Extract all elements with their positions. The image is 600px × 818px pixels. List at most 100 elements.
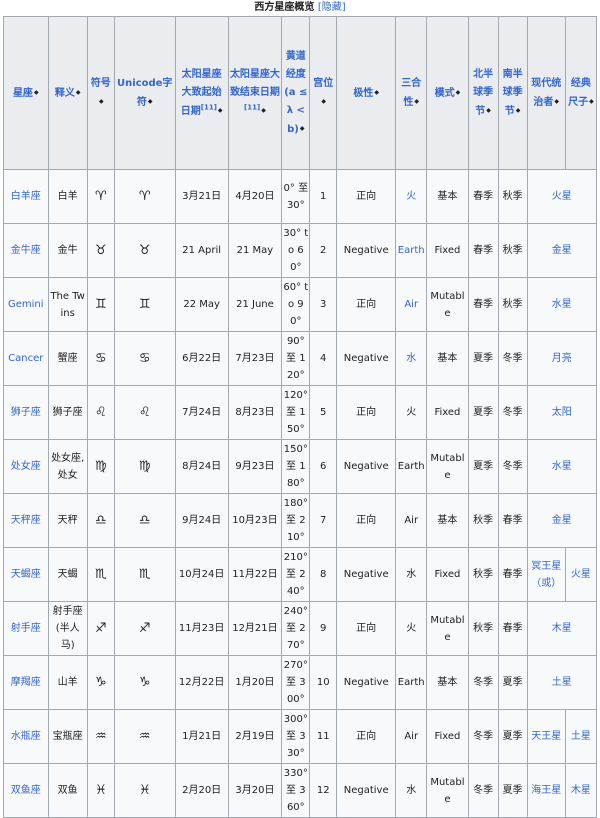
cell-sign[interactable]: 白羊座 bbox=[3, 169, 49, 224]
cell-end: 21 May bbox=[227, 223, 283, 278]
cell-mode: 基本 bbox=[426, 493, 469, 548]
sort-icon[interactable]: ◆ bbox=[374, 84, 379, 102]
sort-icon[interactable]: ◆ bbox=[554, 93, 559, 111]
column-header-south[interactable]: 南半球季节◆ bbox=[497, 16, 528, 170]
sort-icon[interactable]: ◆ bbox=[486, 102, 491, 120]
cell-longitude: 240° 至 270° bbox=[281, 601, 311, 656]
column-header-mode[interactable]: 模式◆ bbox=[426, 16, 469, 170]
cell-ruler[interactable]: 天王星 bbox=[526, 709, 566, 764]
sort-icon[interactable]: ◆ bbox=[414, 93, 419, 111]
cell-south: 春季 bbox=[497, 493, 528, 548]
sort-icon[interactable]: ◆ bbox=[34, 84, 39, 102]
cell-sign[interactable]: 金牛座 bbox=[3, 223, 49, 278]
column-header-classic[interactable]: 经典尺子◆ bbox=[564, 16, 598, 170]
cell-ruler[interactable]: 月亮 bbox=[526, 331, 598, 386]
header-row: 星座◆ 释义◆ 符号◆ Unicode字符◆ 太阳星座大致起始日期[11]◆ 太阳星座大致… bbox=[3, 16, 598, 170]
column-header-ruler[interactable]: 现代统治者◆ bbox=[526, 16, 566, 170]
cell-element[interactable]: 水 bbox=[395, 331, 428, 386]
column-header-end[interactable]: 太阳星座大致结束日期 [11]◆ bbox=[227, 16, 283, 170]
cell-ruler[interactable]: 金星 bbox=[526, 223, 598, 278]
cell-north: 春季 bbox=[467, 277, 499, 332]
hide-link[interactable]: [隐藏] bbox=[318, 2, 346, 13]
cell-south: 冬季 bbox=[497, 331, 528, 386]
cell-sign[interactable]: Cancer bbox=[3, 331, 49, 386]
cell-element[interactable]: Air bbox=[395, 277, 428, 332]
sort-icon[interactable]: ◆ bbox=[516, 102, 521, 120]
cell-symbol: ♐ bbox=[86, 601, 115, 656]
cell-ruler[interactable]: 木星 bbox=[526, 601, 598, 656]
cell-sign[interactable]: 水瓶座 bbox=[3, 709, 49, 764]
column-header-longitude[interactable]: 黄道经度(a ≤ λ < b)◆ bbox=[281, 16, 311, 170]
cell-symbol: ♌ bbox=[86, 385, 115, 440]
cell-sign[interactable]: Gemini bbox=[3, 277, 49, 332]
cell-unicode: ♋ bbox=[113, 331, 176, 386]
column-header-start[interactable]: 太阳星座大致起始日期[11]◆ bbox=[174, 16, 229, 170]
cell-meaning: The Twins bbox=[47, 277, 88, 332]
cell-unicode: ♏ bbox=[113, 547, 176, 602]
column-header-element[interactable]: 三合性◆ bbox=[395, 16, 428, 170]
sort-icon[interactable]: ◆ bbox=[218, 102, 223, 120]
cell-polarity: Negative bbox=[336, 439, 397, 494]
sort-icon[interactable]: ◆ bbox=[148, 93, 153, 111]
cell-sign[interactable]: 天秤座 bbox=[3, 493, 49, 548]
cell-ruler[interactable]: 水星 bbox=[526, 439, 598, 494]
cell-end: 7月23日 bbox=[227, 331, 283, 386]
cell-polarity: 正向 bbox=[336, 601, 397, 656]
cell-house: 6 bbox=[309, 439, 338, 494]
table-body: 白羊座 白羊 ♈ ♈ 3月21日 4月20日 0° 至 30° 1 正向火基本 春季 秋季 火星 金牛座… bbox=[3, 169, 598, 818]
sort-icon[interactable]: ◆ bbox=[456, 84, 461, 102]
cell-sign[interactable]: 狮子座 bbox=[3, 385, 49, 440]
cell-polarity: 正向 bbox=[336, 385, 397, 440]
reference-link[interactable]: [11] bbox=[201, 103, 217, 111]
column-header-house[interactable]: 宫位 ◆ bbox=[309, 16, 338, 170]
cell-ruler[interactable]: 水星 bbox=[526, 277, 598, 332]
cell-classic-ruler[interactable]: 木星 bbox=[564, 763, 598, 818]
cell-sign[interactable]: 射手座 bbox=[3, 601, 49, 656]
sort-icon[interactable]: ◆ bbox=[76, 84, 81, 102]
cell-polarity: Negative bbox=[336, 763, 397, 818]
sort-icon[interactable]: ◆ bbox=[99, 93, 104, 111]
table-row: 天蝎座 天蝎 ♏ ♏ 10月24日 11月22日 210° 至 240° 8 Negative 水… bbox=[3, 547, 598, 602]
column-header-unicode[interactable]: Unicode字符◆ bbox=[113, 16, 176, 170]
cell-classic-ruler[interactable]: 火星 bbox=[564, 547, 598, 602]
cell-ruler[interactable]: 冥王星（或） bbox=[526, 547, 566, 602]
column-header-symbol[interactable]: 符号 ◆ bbox=[86, 16, 115, 170]
cell-classic-ruler[interactable]: 土星 bbox=[564, 709, 598, 764]
sort-icon[interactable]: ◆ bbox=[300, 120, 305, 138]
cell-symbol: ♎ bbox=[86, 493, 115, 548]
cell-ruler[interactable]: 金星 bbox=[526, 493, 598, 548]
cell-house: 1 bbox=[309, 169, 338, 224]
cell-ruler[interactable]: 土星 bbox=[526, 655, 598, 710]
cell-start: 2月20日 bbox=[174, 763, 229, 818]
reference-link[interactable]: [11] bbox=[244, 103, 260, 111]
cell-south: 秋季 bbox=[497, 277, 528, 332]
cell-ruler[interactable]: 火星 bbox=[526, 169, 598, 224]
cell-sign[interactable]: 处女座 bbox=[3, 439, 49, 494]
cell-meaning: 双鱼 bbox=[47, 763, 88, 818]
cell-unicode: ♌ bbox=[113, 385, 176, 440]
cell-element[interactable]: 火 bbox=[395, 169, 428, 224]
column-header-polarity[interactable]: 极性◆ bbox=[336, 16, 397, 170]
cell-start: 21 April bbox=[174, 223, 229, 278]
cell-ruler[interactable]: 海王星 bbox=[526, 763, 566, 818]
sort-icon[interactable]: ◆ bbox=[321, 93, 326, 111]
cell-house: 5 bbox=[309, 385, 338, 440]
cell-sign[interactable]: 摩羯座 bbox=[3, 655, 49, 710]
cell-unicode: ♓ bbox=[113, 763, 176, 818]
sort-icon[interactable]: ◆ bbox=[589, 93, 594, 111]
cell-element: 火 bbox=[395, 601, 428, 656]
cell-north: 冬季 bbox=[467, 709, 499, 764]
column-header-meaning[interactable]: 释义◆ bbox=[47, 16, 88, 170]
column-header-sign[interactable]: 星座◆ bbox=[3, 16, 49, 170]
cell-symbol: ♉ bbox=[86, 223, 115, 278]
cell-sign[interactable]: 天蝎座 bbox=[3, 547, 49, 602]
sort-icon[interactable]: ◆ bbox=[261, 102, 266, 120]
cell-longitude: 60° to 90° bbox=[281, 277, 311, 332]
zodiac-table: 星座◆ 释义◆ 符号◆ Unicode字符◆ 太阳星座大致起始日期[11]◆ 太阳星座大致… bbox=[3, 16, 598, 818]
column-header-label: 星座 bbox=[12, 87, 33, 99]
cell-sign[interactable]: 双鱼座 bbox=[3, 763, 49, 818]
cell-ruler[interactable]: 太阳 bbox=[526, 385, 598, 440]
cell-element[interactable]: Earth bbox=[395, 223, 428, 278]
column-header-north[interactable]: 北半球季节◆ bbox=[467, 16, 499, 170]
cell-meaning: 蟹座 bbox=[47, 331, 88, 386]
